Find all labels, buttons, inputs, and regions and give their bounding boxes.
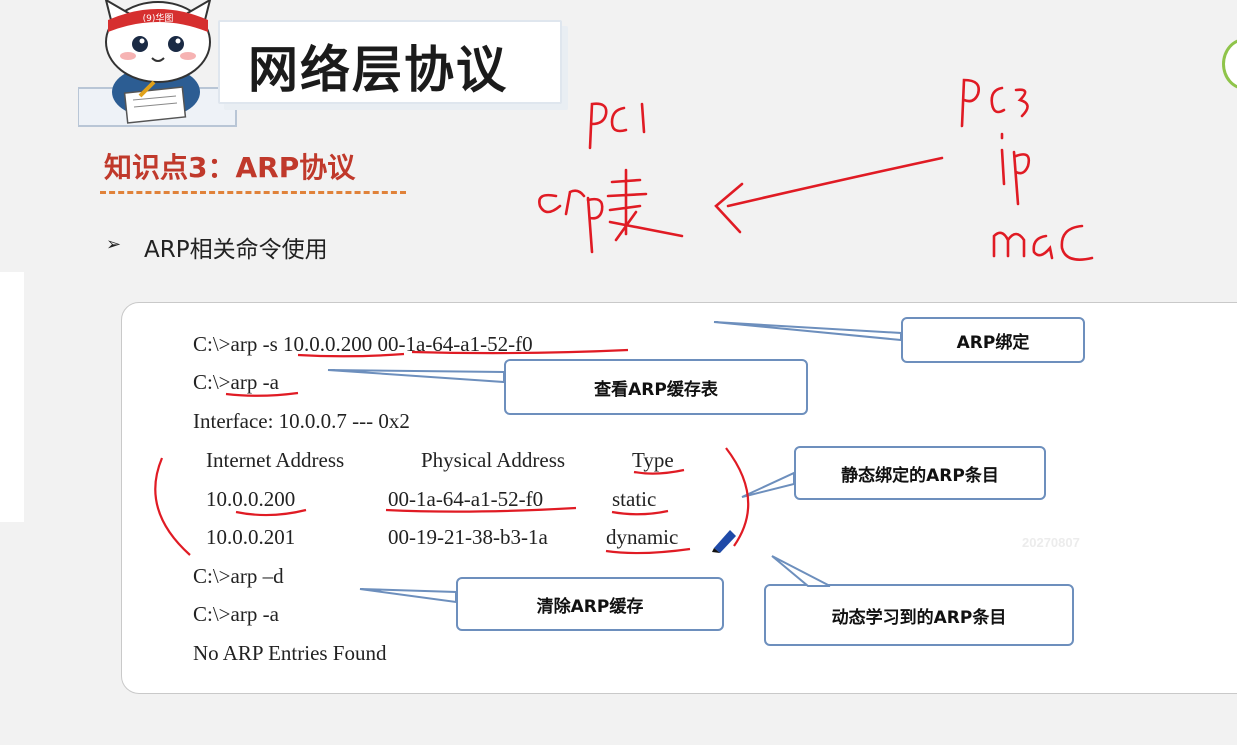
pointer-view-cache xyxy=(327,369,505,384)
handwriting-notes xyxy=(538,78,1094,261)
pointer-dynamic-entry xyxy=(771,555,831,587)
pointer-clear-cache xyxy=(359,588,457,604)
red-underlines xyxy=(154,348,750,556)
pointer-static-entry xyxy=(741,471,795,498)
pen-cursor-icon xyxy=(712,530,736,553)
annotation-overlay xyxy=(154,78,1094,604)
pointer-arp-bind xyxy=(713,321,902,342)
